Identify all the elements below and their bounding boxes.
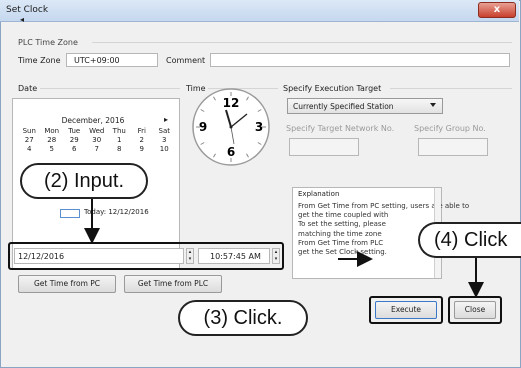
weekday: Thu — [112, 127, 126, 135]
calendar-day[interactable]: 10 — [153, 145, 176, 154]
calendar-day[interactable]: 5 — [41, 145, 64, 154]
group-divider — [92, 42, 512, 43]
clock-numeral-12: 12 — [223, 96, 240, 110]
calendar-day[interactable]: 4 — [18, 145, 41, 154]
group-no-field — [418, 138, 488, 156]
calendar-day[interactable]: 3 — [153, 136, 176, 145]
calendar-day[interactable]: 9 — [131, 145, 154, 154]
callout-click-3: (3) Click. — [178, 300, 308, 336]
calendar-day[interactable]: 1 — [108, 136, 131, 145]
calendar-day[interactable]: 7 — [86, 145, 109, 154]
comment-label: Comment — [166, 56, 206, 65]
callout-input: (2) Input. — [20, 163, 148, 199]
calendar-day[interactable]: 8 — [108, 145, 131, 154]
clock-numeral-6: 6 — [227, 145, 235, 159]
target-group-label: Specify Execution Target — [283, 84, 382, 93]
window-title: Set Clock — [6, 5, 49, 15]
calendar-day[interactable]: 6 — [63, 145, 86, 154]
calendar-day[interactable]: 2 — [131, 136, 154, 145]
weekday: Mon — [44, 127, 60, 135]
time-spinner[interactable]: ▴ ▾ — [272, 248, 280, 264]
calendar-week-row: 4 5 6 7 8 9 10 — [18, 145, 176, 154]
date-divider — [40, 88, 180, 89]
calendar-day[interactable]: 27 — [18, 136, 41, 145]
window-close-button[interactable]: x — [478, 2, 516, 18]
clock-numeral-3: 3 — [255, 120, 263, 134]
weekday: Tue — [68, 127, 81, 135]
chevron-down-icon[interactable] — [430, 103, 436, 107]
date-label: Date — [18, 84, 38, 93]
explanation-line: To set the setting, please — [298, 220, 386, 229]
calendar-day[interactable]: 30 — [86, 136, 109, 145]
close-button[interactable]: Close — [454, 301, 496, 319]
calendar-month: December, 2016 — [61, 116, 125, 125]
execute-button[interactable]: Execute — [375, 301, 437, 319]
time-zone-group-label: PLC Time Zone — [18, 38, 78, 47]
explanation-label: Explanation — [298, 190, 340, 198]
get-time-from-pc-button[interactable]: Get Time from PC — [18, 275, 116, 293]
today-label[interactable]: Today: 12/12/2016 — [84, 208, 149, 216]
date-input-value: 12/12/2016 — [18, 252, 65, 261]
get-time-from-plc-button[interactable]: Get Time from PLC — [124, 275, 222, 293]
date-spinner[interactable]: ▴ ▾ — [186, 248, 194, 264]
weekday: Fri — [137, 127, 146, 135]
network-no-field — [289, 138, 359, 156]
callout-click-4: (4) Click — [418, 222, 521, 258]
target-dropdown[interactable]: Currently Specified Station — [287, 98, 443, 114]
clock-numeral-9: 9 — [199, 120, 207, 134]
explanation-line: get the time coupled with — [298, 211, 389, 220]
explanation-line: From Get Time from PC setting, users are… — [298, 202, 470, 210]
calendar-grid: Sun Mon Tue Wed Thu Fri Sat 27 28 29 30 … — [18, 127, 176, 154]
calendar-prev-icon[interactable]: ◂ — [20, 15, 24, 24]
calendar-day[interactable]: 29 — [63, 136, 86, 145]
explanation-line: get the Set Clock setting. — [298, 248, 387, 257]
network-no-label: Specify Target Network No. — [286, 124, 395, 133]
calendar-weekday-row: Sun Mon Tue Wed Thu Fri Sat — [18, 127, 176, 136]
analog-clock-icon: 12 3 6 9 — [192, 88, 270, 166]
time-zone-value: UTC+09:00 — [74, 56, 120, 65]
time-zone-label: Time Zone — [18, 56, 61, 65]
calendar-day[interactable]: 28 — [41, 136, 64, 145]
time-input-value: 10:57:45 AM — [210, 252, 261, 261]
group-no-label: Specify Group No. — [414, 124, 486, 133]
weekday: Wed — [89, 127, 105, 135]
today-marker — [60, 209, 80, 218]
target-divider — [390, 88, 512, 89]
calendar-week-row: 27 28 29 30 1 2 3 — [18, 136, 176, 145]
title-bar — [0, 0, 519, 22]
weekday: Sat — [158, 127, 170, 135]
weekday: Sun — [22, 127, 36, 135]
explanation-text: From Get Time from PC setting, users are… — [298, 202, 470, 257]
comment-field — [210, 53, 510, 67]
calendar-next-icon[interactable]: ▸ — [164, 115, 168, 124]
